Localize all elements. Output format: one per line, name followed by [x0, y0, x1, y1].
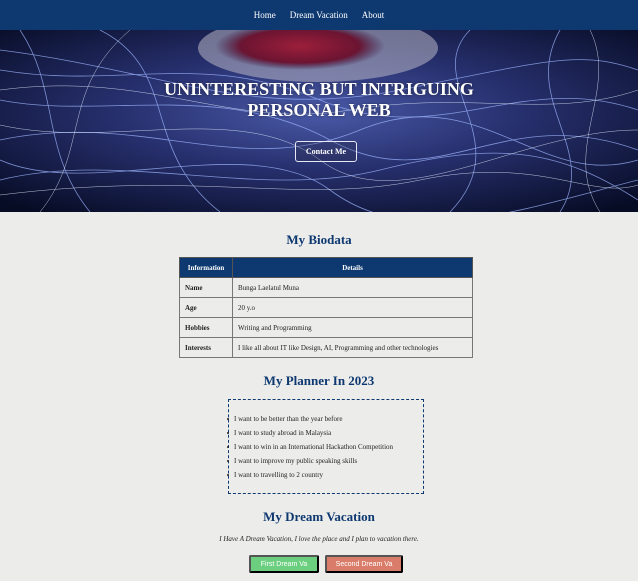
row-key: Hobbies — [179, 317, 233, 338]
row-value: Bunga Laelatul Muna — [232, 277, 473, 298]
list-item-text: I want to improve my public speaking ski… — [234, 457, 358, 465]
table-row: Interests I like all about IT like Desig… — [179, 337, 473, 358]
table-header-information: Information — [179, 257, 233, 278]
biodata-table: Information Details Name Bunga Laelatul … — [179, 257, 473, 358]
first-dream-vacation-button[interactable]: First Dream Va — [249, 555, 319, 573]
contact-me-button[interactable]: Contact Me — [295, 141, 357, 162]
row-key: Interests — [179, 337, 233, 358]
row-key: Name — [179, 277, 233, 298]
list-item: I want to travelling to 2 country — [234, 468, 417, 482]
list-item: I want to win in an International Hackat… — [234, 440, 417, 454]
list-item: I want to be better than the year before — [234, 412, 417, 426]
dream-vacation-text: I Have A Dream Vacation, I love the plac… — [219, 535, 419, 543]
list-item: I want to improve my public speaking ski… — [234, 454, 417, 468]
hero-title-line2: PERSONAL WEB — [247, 100, 391, 120]
list-item: I want to study abroad in Malaysia — [234, 426, 417, 440]
table-row: Name Bunga Laelatul Muna — [179, 277, 473, 298]
planner-list: I want to be better than the year before… — [229, 412, 417, 482]
dream-vacation-title: My Dream Vacation — [263, 509, 375, 524]
list-item-text: I want to travelling to 2 country — [234, 471, 324, 479]
list-item-text: I want to be better than the year before — [234, 415, 343, 423]
hero-banner: UNINTERESTING BUT INTRIGUING PERSONAL WE… — [0, 30, 638, 212]
biodata-title: My Biodata — [286, 232, 352, 247]
list-item-text: I want to study abroad in Malaysia — [234, 429, 332, 437]
navbar: Home Dream Vacation About — [0, 0, 638, 30]
planner-title: My Planner In 2023 — [263, 373, 375, 388]
hero-background-image — [0, 30, 638, 212]
nav-home-link[interactable]: Home — [254, 10, 276, 20]
table-row: Age 20 y.o — [179, 297, 473, 318]
row-value: I like all about IT like Design, AI, Pro… — [232, 337, 473, 358]
second-dream-vacation-button[interactable]: Second Dream Va — [325, 555, 403, 573]
planner-box: I want to be better than the year before… — [228, 399, 424, 494]
nav-about-link[interactable]: About — [362, 10, 385, 20]
row-key: Age — [179, 297, 233, 318]
nav-dream-vacation-link[interactable]: Dream Vacation — [290, 10, 348, 20]
row-value: Writing and Programming — [232, 317, 473, 338]
table-header-details: Details — [232, 257, 473, 278]
hero-title: UNINTERESTING BUT INTRIGUING PERSONAL WE… — [0, 79, 638, 121]
table-row: Hobbies Writing and Programming — [179, 317, 473, 338]
row-value: 20 y.o — [232, 297, 473, 318]
hero-title-line1: UNINTERESTING BUT INTRIGUING — [164, 79, 474, 99]
list-item-text: I want to win in an International Hackat… — [234, 443, 394, 451]
